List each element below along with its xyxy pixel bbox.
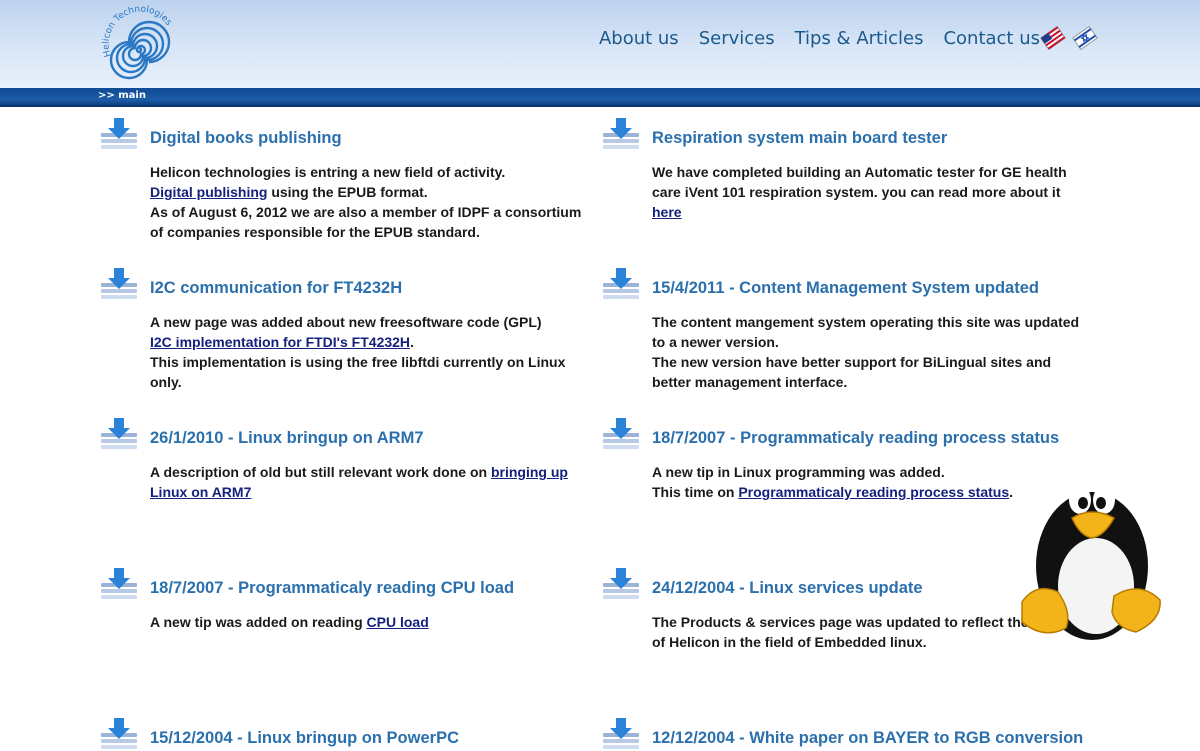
news-text: The new version have better support for … [652,354,1052,390]
news-text: This implementation is using the free li… [150,354,566,390]
download-icon [603,418,639,449]
news-text: A description of old but still relevant … [150,464,491,480]
news-title: Digital books publishing [150,129,342,147]
news-title: 18/7/2007 - Programmaticaly reading CPU … [150,579,515,597]
news-title: 26/1/2010 - Linux bringup on ARM7 [150,429,424,447]
nav-services[interactable]: Services [699,28,775,49]
news-body: A new tip was added on reading CPU load [150,612,590,632]
main-nav: About us Services Tips & Articles Contac… [599,28,1040,49]
news-body: Helicon technologies is entring a new fi… [150,162,590,242]
breadcrumb-bar [0,88,1200,107]
download-icon [101,268,137,299]
news-text: A new tip in Linux programming was added… [652,464,945,480]
news-text: We have completed building an Automatic … [652,164,1067,200]
hebrew-flag-icon[interactable] [1072,26,1098,50]
download-icon [603,568,639,599]
news-body: A description of old but still relevant … [150,462,590,502]
news-text: . [410,334,414,350]
download-icon [603,718,639,749]
news-text: As of August 6, 2012 we are also a membe… [150,204,582,240]
news-link[interactable]: Programmaticaly reading process status [738,484,1009,500]
news-link[interactable]: CPU load [367,614,429,630]
news-text: . [1009,484,1014,500]
download-icon [101,418,137,449]
news-title: Respiration system main board tester [652,129,948,147]
site-header: Helicon Technologies About us Services T… [0,0,1200,88]
helicon-logo[interactable]: Helicon Technologies [97,4,181,88]
news-title: 12/12/2004 - White paper on BAYER to RGB… [652,729,1084,747]
download-icon [101,718,137,749]
news-title: 15/4/2011 - Content Management System up… [652,279,1039,297]
news-text: A new page was added about new freesoftw… [150,314,542,330]
news-text: This time on [652,484,739,500]
news-body: We have completed building an Automatic … [652,162,1092,222]
news-title: 15/12/2004 - Linux bringup on PowerPC [150,729,459,747]
nav-contact-us[interactable]: Contact us [943,28,1040,49]
news-body: A new page was added about new freesoftw… [150,312,590,392]
download-icon [101,118,137,149]
download-icon [101,568,137,599]
nav-about-us[interactable]: About us [599,28,679,49]
english-flag-icon[interactable] [1040,26,1066,50]
news-link[interactable]: Digital publishing [150,184,267,200]
news-text: using the EPUB format. [267,184,428,200]
news-link[interactable]: I2C implementation for FTDI's FT4232H [150,334,410,350]
download-icon [603,118,639,149]
nav-tips-articles[interactable]: Tips & Articles [795,28,924,49]
news-title: I2C communication for FT4232H [150,279,403,297]
news-title: 24/12/2004 - Linux services update [652,579,923,597]
language-switcher [1040,26,1098,50]
news-text: The content mangement system operating t… [652,314,1080,350]
download-icon [603,268,639,299]
news-link[interactable]: here [652,204,682,220]
news-text: A new tip was added on reading [150,614,367,630]
news-title: 18/7/2007 - Programmaticaly reading proc… [652,429,1060,447]
news-text: Helicon technologies is entring a new fi… [150,164,506,180]
tux-penguin-icon [1021,486,1161,640]
news-body: The content mangement system operating t… [652,312,1092,392]
breadcrumb[interactable]: >> main [98,90,146,101]
